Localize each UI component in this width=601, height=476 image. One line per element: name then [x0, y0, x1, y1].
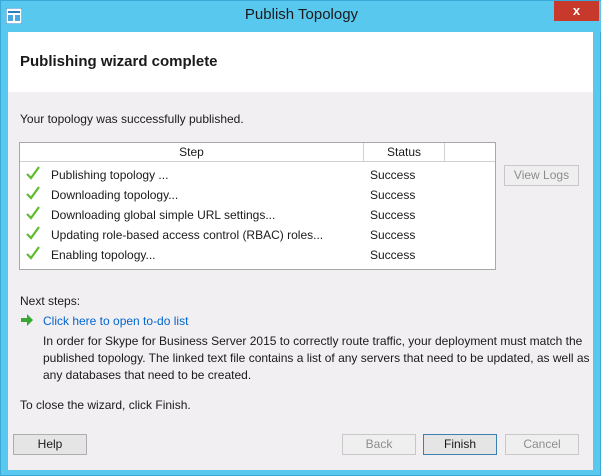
title-bar[interactable]: Publish Topology x: [1, 1, 601, 32]
step-label: Publishing topology ...: [51, 168, 169, 182]
window-close-button[interactable]: x: [554, 1, 599, 21]
column-header-status[interactable]: Status: [364, 143, 445, 161]
status-label: Success: [370, 208, 416, 222]
wizard-header-title: Publishing wizard complete: [20, 53, 218, 70]
grid-row[interactable]: Updating role-based access control (RBAC…: [20, 225, 495, 245]
publish-steps-grid[interactable]: Step Status Publishing topology ... Succ…: [19, 142, 496, 270]
grid-row[interactable]: Downloading global simple URL settings..…: [20, 205, 495, 225]
step-label: Updating role-based access control (RBAC…: [51, 228, 324, 242]
open-todo-list-link[interactable]: Click here to open to-do list: [43, 314, 188, 328]
finish-button[interactable]: Finish: [423, 434, 497, 455]
green-checkmark-icon: [26, 226, 40, 240]
help-button[interactable]: Help: [13, 434, 87, 455]
green-checkmark-icon: [26, 246, 40, 260]
step-label: Downloading global simple URL settings..…: [51, 208, 276, 222]
grid-row[interactable]: Publishing topology ... Success: [20, 165, 495, 185]
cancel-button[interactable]: Cancel: [505, 434, 579, 455]
success-message: Your topology was successfully published…: [20, 112, 244, 126]
green-arrow-icon: [21, 314, 33, 326]
view-logs-button[interactable]: View Logs: [504, 165, 579, 186]
status-label: Success: [370, 168, 416, 182]
step-label: Downloading topology...: [51, 188, 179, 202]
back-button[interactable]: Back: [342, 434, 416, 455]
green-checkmark-icon: [26, 206, 40, 220]
publish-topology-window: Publish Topology x Publishing wizard com…: [0, 0, 601, 476]
grid-header: Step Status: [20, 143, 495, 162]
close-icon: x: [572, 3, 581, 18]
status-label: Success: [370, 188, 416, 202]
column-header-empty: [445, 143, 495, 161]
wizard-client-area: Publishing wizard complete Your topology…: [8, 32, 593, 470]
next-steps-label: Next steps:: [20, 294, 81, 308]
status-label: Success: [370, 248, 416, 262]
wizard-header: Publishing wizard complete: [8, 32, 593, 92]
step-label: Enabling topology...: [51, 248, 156, 262]
green-checkmark-icon: [26, 166, 40, 180]
todo-note: In order for Skype for Business Server 2…: [43, 334, 590, 382]
column-header-step[interactable]: Step: [20, 143, 364, 161]
green-checkmark-icon: [26, 186, 40, 200]
grid-row[interactable]: Enabling topology... Success: [20, 245, 495, 265]
grid-row[interactable]: Downloading topology... Success: [20, 185, 495, 205]
window-title: Publish Topology: [244, 6, 359, 23]
close-wizard-message: To close the wizard, click Finish.: [20, 398, 191, 412]
status-label: Success: [370, 228, 416, 242]
